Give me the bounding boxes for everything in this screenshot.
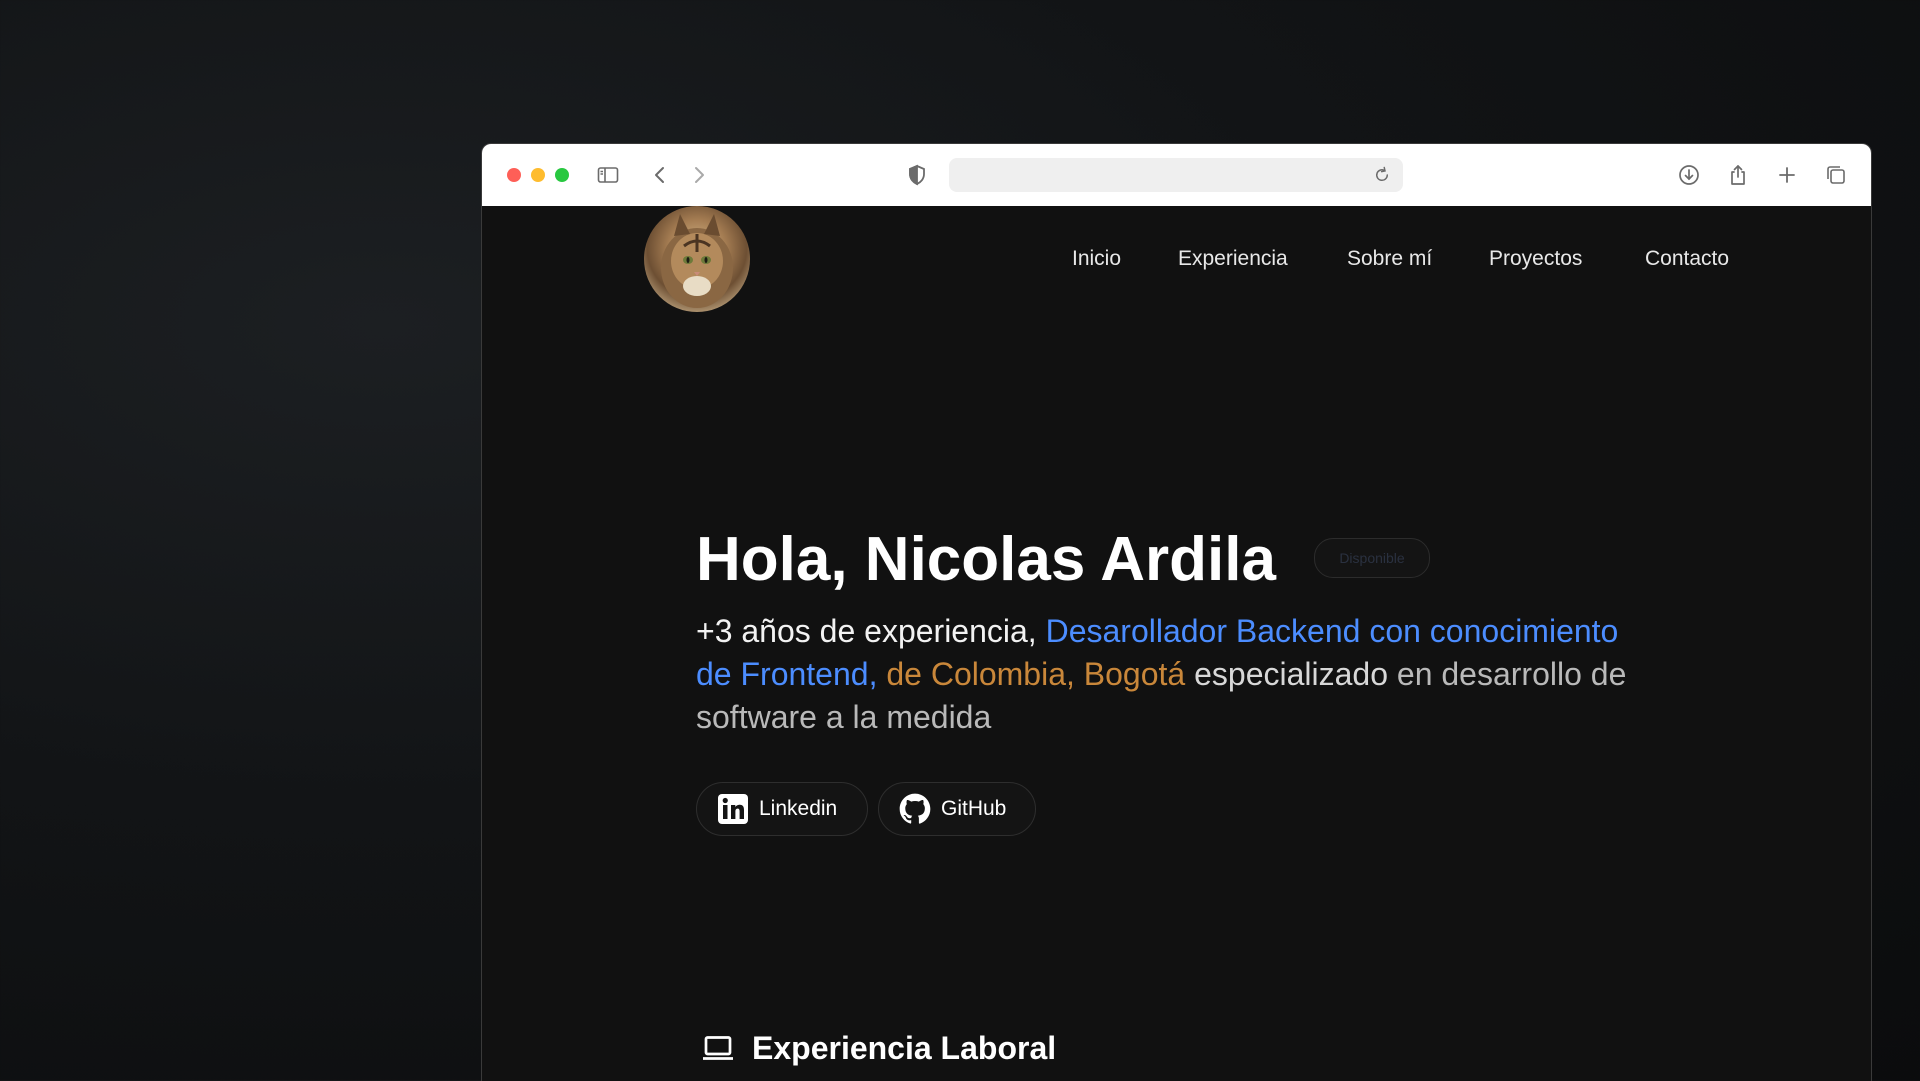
address-bar[interactable]	[949, 158, 1403, 192]
forward-icon[interactable]	[687, 163, 711, 187]
nav-item-sobre-mi[interactable]: Sobre mí	[1347, 244, 1432, 274]
minimize-window-button[interactable]	[531, 168, 545, 182]
desc-experience: +3 años de experiencia,	[696, 613, 1046, 649]
section-title: Experiencia Laboral	[752, 1029, 1057, 1066]
linkedin-icon	[717, 793, 749, 825]
hero-description: +3 años de experiencia, Desarollador Bac…	[696, 610, 1656, 739]
desc-specialized: especializado	[1185, 656, 1388, 692]
share-icon[interactable]	[1726, 163, 1750, 187]
nav-item-experiencia[interactable]: Experiencia	[1178, 244, 1288, 274]
browser-window: Inicio Experiencia Sobre mí Proyectos Co…	[481, 143, 1872, 1081]
main-nav: Inicio Experiencia Sobre mí Proyectos Co…	[482, 244, 1871, 274]
github-icon	[899, 793, 931, 825]
nav-item-inicio[interactable]: Inicio	[1072, 244, 1121, 274]
sidebar-toggle-icon[interactable]	[596, 163, 620, 187]
desc-space	[877, 656, 886, 692]
tab-overview-icon[interactable]	[1824, 163, 1848, 187]
nav-item-contacto[interactable]: Contacto	[1645, 244, 1729, 274]
laptop-icon	[700, 1030, 736, 1066]
experience-section-header: Experiencia Laboral	[700, 1028, 1056, 1068]
github-button[interactable]: GitHub	[878, 782, 1036, 836]
github-label: GitHub	[941, 797, 1007, 820]
nav-item-proyectos[interactable]: Proyectos	[1489, 244, 1582, 274]
desc-location: de Colombia, Bogotá	[886, 656, 1186, 692]
availability-badge: Disponible	[1314, 538, 1430, 578]
back-icon[interactable]	[648, 163, 672, 187]
reload-icon[interactable]	[1373, 166, 1391, 184]
page-content: Inicio Experiencia Sobre mí Proyectos Co…	[482, 206, 1871, 1081]
browser-toolbar	[482, 144, 1871, 207]
linkedin-button[interactable]: Linkedin	[696, 782, 868, 836]
maximize-window-button[interactable]	[555, 168, 569, 182]
privacy-shield-icon[interactable]	[905, 163, 929, 187]
close-window-button[interactable]	[507, 168, 521, 182]
new-tab-icon[interactable]	[1775, 163, 1799, 187]
linkedin-label: Linkedin	[759, 797, 838, 820]
hero-title: Hola, Nicolas Ardila	[696, 525, 1276, 594]
downloads-icon[interactable]	[1677, 163, 1701, 187]
